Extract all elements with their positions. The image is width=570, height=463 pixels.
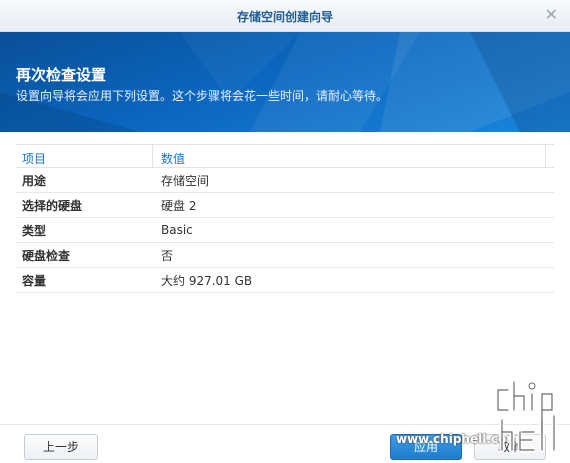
- footer-divider: [0, 424, 570, 425]
- row-key: 选择的硬盘: [22, 198, 83, 213]
- column-header-value[interactable]: 数值: [153, 145, 546, 167]
- table-row: 类型 Basic: [16, 218, 554, 243]
- previous-button[interactable]: 上一步: [24, 434, 98, 460]
- column-header-item[interactable]: 项目: [16, 145, 153, 167]
- close-icon[interactable]: ✕: [545, 5, 558, 24]
- row-value: 否: [161, 248, 174, 263]
- table-row: 容量 大约 927.01 GB: [16, 268, 554, 293]
- chiphell-logo: [495, 379, 557, 453]
- dialog-title: 存储空间创建向导: [236, 10, 333, 24]
- banner-subtitle: 设置向导将会应用下列设置。这个步骤将会花一些时间，请耐心等待。: [16, 89, 389, 103]
- row-value: Basic: [161, 223, 193, 237]
- banner-heading: 再次检查设置: [16, 66, 107, 84]
- settings-table: 项目 数值 用途 存储空间 选择的硬盘 硬盘 2 类型 Basic 硬盘检查 否…: [16, 144, 554, 293]
- row-key: 容量: [22, 273, 47, 288]
- header-banner: 再次检查设置 设置向导将会应用下列设置。这个步骤将会花一些时间，请耐心等待。: [0, 32, 570, 132]
- row-value: 硬盘 2: [161, 198, 197, 213]
- table-row: 选择的硬盘 硬盘 2: [16, 193, 554, 218]
- row-value: 大约 927.01 GB: [161, 273, 253, 288]
- row-value: 存储空间: [161, 173, 210, 188]
- dialog-titlebar: 存储空间创建向导 ✕: [0, 0, 570, 32]
- row-key: 硬盘检查: [22, 248, 71, 263]
- row-key: 类型: [22, 223, 47, 238]
- table-row: 硬盘检查 否: [16, 243, 554, 268]
- table-row: 用途 存储空间: [16, 168, 554, 193]
- row-key: 用途: [22, 173, 47, 188]
- table-header: 项目 数值: [16, 144, 554, 168]
